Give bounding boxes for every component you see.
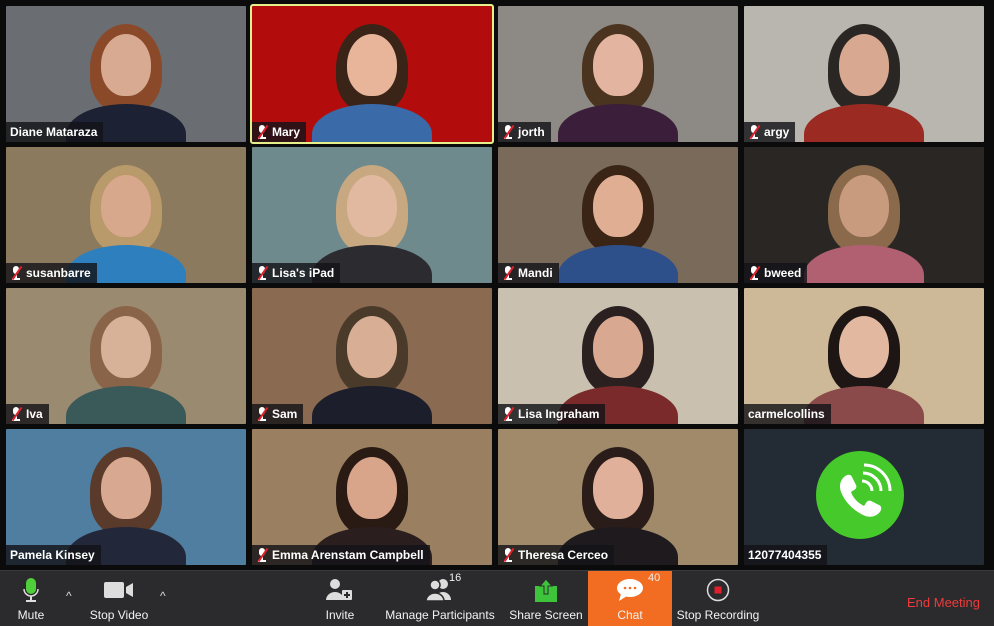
video-tile[interactable]: bweed [744, 147, 984, 283]
participant-name-label: argy [744, 122, 796, 142]
chat-label: Chat [617, 608, 643, 622]
chat-count: 40 [648, 572, 661, 584]
participant-name: Lisa Ingraham [518, 407, 600, 421]
stop-video-button[interactable]: Stop Video [86, 571, 152, 626]
video-tile[interactable]: carmelcollins [744, 288, 984, 424]
participant-name-label: jorth [498, 122, 551, 142]
video-tile[interactable]: jorth [498, 6, 738, 142]
participant-name: Pamela Kinsey [10, 548, 95, 562]
participant-name-label: Lisa's iPad [252, 263, 341, 283]
participant-name-label: bweed [744, 263, 808, 283]
video-tile[interactable]: Lisa Ingraham [498, 288, 738, 424]
participant-name: 12077404355 [748, 548, 822, 562]
participant-name: bweed [764, 266, 802, 280]
participant-name: Diane Mataraza [10, 125, 98, 139]
share-screen-label: Share Screen [509, 608, 583, 622]
muted-microphone-icon [10, 265, 23, 281]
manage-participants-label: Manage Participants [385, 608, 495, 622]
stop-video-label: Stop Video [89, 608, 149, 622]
participant-name: jorth [518, 125, 545, 139]
participant-name-label: Emma Arenstam Campbell [252, 545, 430, 565]
share-screen-button[interactable]: Share Screen [508, 571, 584, 626]
video-tile[interactable]: Sam [252, 288, 492, 424]
participant-name-label: Diane Mataraza [6, 122, 104, 142]
participant-name: Lisa's iPad [272, 266, 335, 280]
video-options-caret[interactable]: ^ [160, 589, 166, 603]
phone-call-icon [816, 451, 904, 539]
video-tile[interactable]: Diane Mataraza [6, 6, 246, 142]
participant-name: Sam [272, 407, 298, 421]
chat-button[interactable]: 40 Chat [588, 571, 672, 626]
invite-button[interactable]: Invite [322, 571, 358, 626]
participant-name-label: Lisa Ingraham [498, 404, 606, 424]
participant-video [312, 294, 432, 424]
participant-name-label: Pamela Kinsey [6, 545, 101, 565]
muted-microphone-icon [748, 265, 761, 281]
muted-microphone-icon [256, 265, 269, 281]
participant-name: susanbarre [26, 266, 91, 280]
participant-name-label: Mandi [498, 263, 559, 283]
video-tile[interactable]: argy [744, 6, 984, 142]
participant-video [558, 12, 678, 142]
muted-microphone-icon [256, 124, 269, 140]
chat-bubble-icon: 40 [616, 572, 660, 604]
record-stop-icon [706, 576, 730, 604]
invite-label: Invite [325, 608, 355, 622]
video-tile[interactable]: Pamela Kinsey [6, 429, 246, 565]
share-screen-icon [534, 576, 558, 604]
participant-video [804, 12, 924, 142]
add-user-icon [326, 576, 354, 604]
phone-participant-tile[interactable]: 12077404355 [744, 429, 984, 565]
participant-name: carmelcollins [748, 407, 825, 421]
participant-name: Iva [26, 407, 43, 421]
video-tile[interactable]: Iva [6, 288, 246, 424]
participant-video [66, 294, 186, 424]
muted-microphone-icon [10, 406, 23, 422]
mute-button[interactable]: Mute [10, 571, 52, 626]
participant-name-label: 12077404355 [744, 545, 828, 565]
participant-name: Mandi [518, 266, 553, 280]
microphone-icon [23, 576, 39, 604]
video-tile[interactable]: Emma Arenstam Campbell [252, 429, 492, 565]
muted-microphone-icon [502, 265, 515, 281]
participant-name: Emma Arenstam Campbell [272, 548, 424, 562]
participant-name-label: carmelcollins [744, 404, 831, 424]
video-tile[interactable]: Mary [250, 4, 494, 144]
participant-name: Mary [272, 125, 301, 139]
participant-name-label: Iva [6, 404, 49, 424]
meeting-toolbar: Mute ^ Stop Video ^ Invite 16 Manage Par… [0, 570, 994, 626]
stop-recording-button[interactable]: Stop Recording [676, 571, 760, 626]
participant-video [804, 153, 924, 283]
mute-label: Mute [17, 608, 45, 622]
participant-name: argy [764, 125, 790, 139]
participant-count: 16 [449, 572, 462, 584]
participant-video [558, 153, 678, 283]
muted-microphone-icon [502, 124, 515, 140]
participant-name-label: Mary [252, 122, 307, 142]
end-meeting-button[interactable]: End Meeting [907, 595, 980, 610]
participants-icon: 16 [425, 572, 461, 604]
video-grid: Diane Mataraza Mary jorth argy susanbarr… [6, 4, 984, 565]
manage-participants-button[interactable]: 16 Manage Participants [384, 571, 496, 626]
video-tile[interactable]: Theresa Cerceo [498, 429, 738, 565]
muted-microphone-icon [256, 406, 269, 422]
participant-name-label: Sam [252, 404, 304, 424]
muted-microphone-icon [502, 547, 515, 563]
stop-recording-label: Stop Recording [676, 608, 760, 622]
audio-options-caret[interactable]: ^ [66, 589, 72, 603]
participant-name-label: susanbarre [6, 263, 97, 283]
video-tile[interactable]: Mandi [498, 147, 738, 283]
participant-name-label: Theresa Cerceo [498, 545, 615, 565]
video-tile[interactable]: susanbarre [6, 147, 246, 283]
participant-video [312, 12, 432, 142]
participant-name: Theresa Cerceo [518, 548, 609, 562]
muted-microphone-icon [502, 406, 515, 422]
muted-microphone-icon [748, 124, 761, 140]
muted-microphone-icon [256, 547, 269, 563]
video-camera-icon [104, 576, 134, 604]
video-tile[interactable]: Lisa's iPad [252, 147, 492, 283]
